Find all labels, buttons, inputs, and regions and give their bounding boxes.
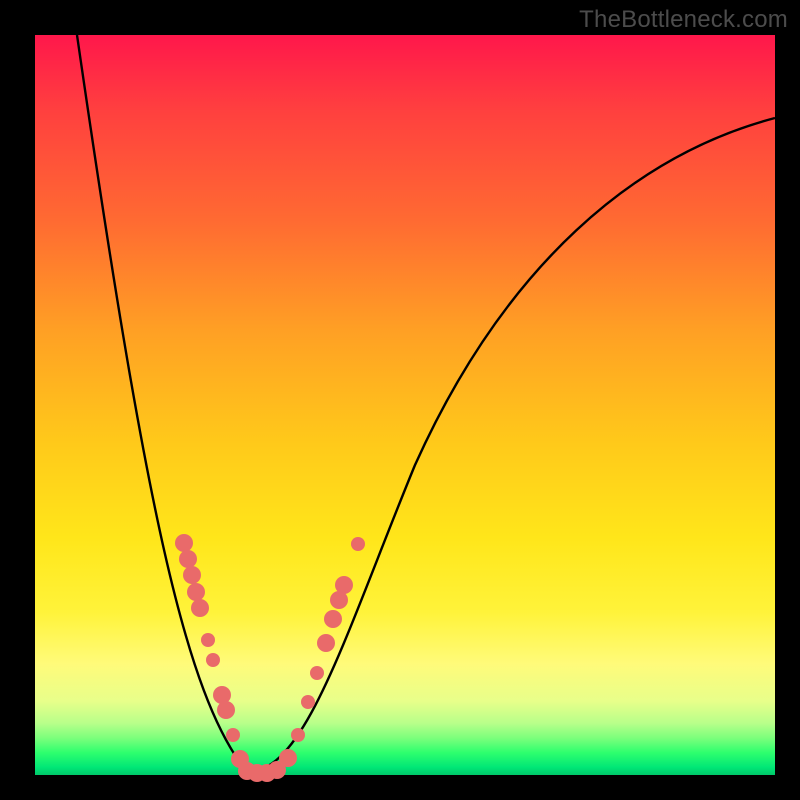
watermark-text: TheBottleneck.com [579, 6, 788, 34]
marker-dot [279, 749, 297, 767]
marker-dot [226, 728, 240, 742]
chart-svg [35, 35, 775, 775]
chart-plot-area [35, 35, 775, 775]
marker-dot [187, 583, 205, 601]
marker-dot [335, 576, 353, 594]
marker-dot [310, 666, 324, 680]
marker-dot [291, 728, 305, 742]
marker-dot [191, 599, 209, 617]
marker-dot [317, 634, 335, 652]
marker-dot [183, 566, 201, 584]
marker-dot [217, 701, 235, 719]
marker-dot [301, 695, 315, 709]
bottleneck-curve [77, 35, 775, 772]
marker-dot [324, 610, 342, 628]
marker-dot [175, 534, 193, 552]
marker-dot [206, 653, 220, 667]
marker-dot [351, 537, 365, 551]
marker-dot [201, 633, 215, 647]
marker-dot [179, 550, 197, 568]
